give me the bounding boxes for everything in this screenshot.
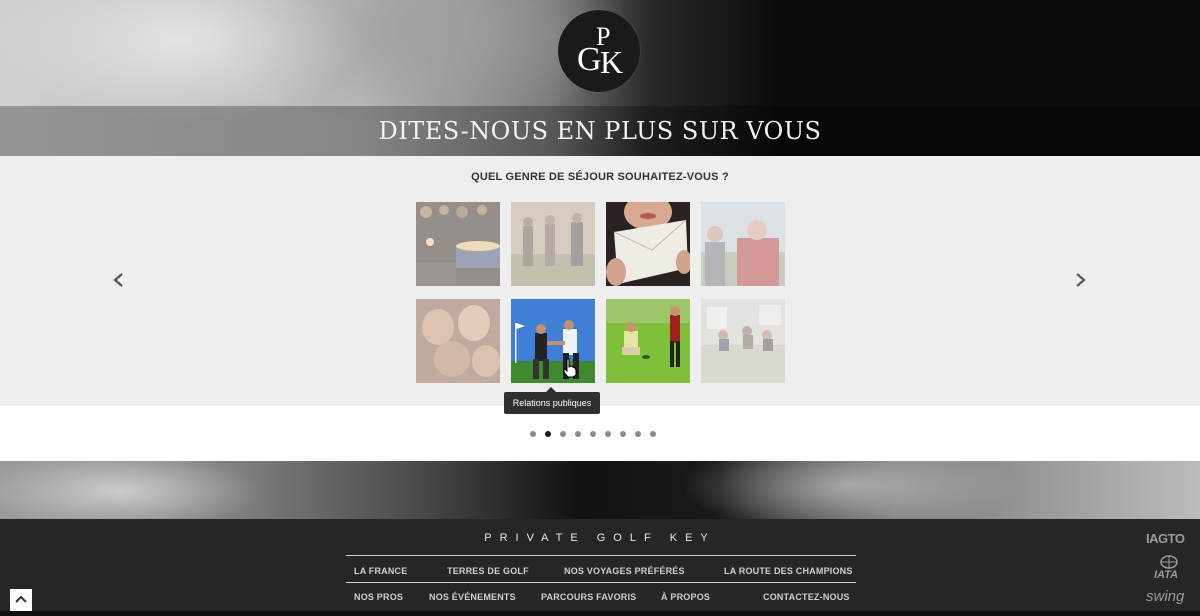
carousel-dot[interactable] (545, 431, 551, 437)
putting-green-photo-icon (606, 299, 690, 383)
footer-link-nos-evenements[interactable]: NOS ÉVÉNEMENTS (429, 592, 516, 602)
stay-option-invitation[interactable] (606, 202, 690, 286)
gpk-logo[interactable]: G P K (558, 10, 640, 92)
footer-link-a-propos[interactable]: À PROPOS (661, 592, 710, 602)
carousel-dot[interactable] (590, 431, 596, 437)
carousel-dot[interactable] (635, 431, 641, 437)
handshake-golf-photo-icon (511, 299, 595, 383)
scroll-to-top-button[interactable] (10, 589, 32, 611)
stay-option-candles[interactable] (416, 202, 500, 286)
family-photo-icon (701, 202, 785, 286)
iata-logo: IATA (1154, 569, 1179, 581)
footer-link-contactez-nous[interactable]: CONTACTEZ-NOUS (763, 592, 850, 602)
meeting-photo-icon (701, 299, 785, 383)
invitation-card-photo-icon (606, 202, 690, 286)
chevron-left-icon (113, 273, 123, 287)
candles-photo-icon (416, 202, 500, 286)
footer-link-terres-de-golf[interactable]: TERRES DE GOLF (447, 566, 529, 576)
stay-option-seminaire[interactable] (701, 299, 785, 383)
chevron-up-icon (15, 595, 27, 603)
stay-option-family[interactable] (701, 202, 785, 286)
carousel-dot[interactable] (560, 431, 566, 437)
globe-icon (1160, 555, 1178, 569)
footer-divider (346, 582, 856, 583)
footer-divider (346, 555, 856, 556)
questionnaire-panel (0, 156, 1200, 406)
golfers-photo-icon (511, 202, 595, 286)
stay-option-relations-publiques[interactable] (511, 299, 595, 383)
footer-link-nos-pros[interactable]: NOS PROS (354, 592, 403, 602)
carousel-dot[interactable] (620, 431, 626, 437)
footer-link-parcours-favoris[interactable]: PARCOURS FAVORIS (541, 592, 636, 602)
stay-option-putting[interactable] (606, 299, 690, 383)
chevron-right-icon (1076, 273, 1086, 287)
carousel-next-button[interactable] (1073, 273, 1087, 287)
stay-option-friends[interactable] (416, 299, 500, 383)
logo-glyph-k: K (600, 44, 624, 80)
carousel-prev-button[interactable] (112, 273, 126, 287)
tile-tooltip: Relations publiques (504, 387, 600, 414)
carousel-dot[interactable] (650, 431, 656, 437)
stay-option-golfers[interactable] (511, 202, 595, 286)
iagto-logo: IAGTO (1146, 531, 1185, 546)
footer-brand: PRIVATE GOLF KEY (484, 532, 716, 544)
hand-cursor-icon (563, 358, 577, 378)
question-heading: QUEL GENRE DE SÉJOUR SOUHAITEZ-VOUS ? (471, 171, 729, 183)
friends-photo-icon (416, 299, 500, 383)
footer-link-la-france[interactable]: LA FRANCE (354, 566, 407, 576)
carousel-dot[interactable] (530, 431, 536, 437)
footer-link-nos-voyages-preferes[interactable]: NOS VOYAGES PRÉFÉRÉS (564, 566, 685, 576)
lower-banner-image (0, 461, 1200, 519)
swing-logo: swing (1146, 588, 1185, 605)
carousel-dot[interactable] (605, 431, 611, 437)
page-title: DITES-NOUS EN PLUS SUR VOUS (378, 117, 822, 145)
carousel-dot[interactable] (575, 431, 581, 437)
carousel-pagination-area (0, 406, 1200, 461)
footer-link-la-route-des-champions[interactable]: LA ROUTE DES CHAMPIONS (724, 566, 853, 576)
